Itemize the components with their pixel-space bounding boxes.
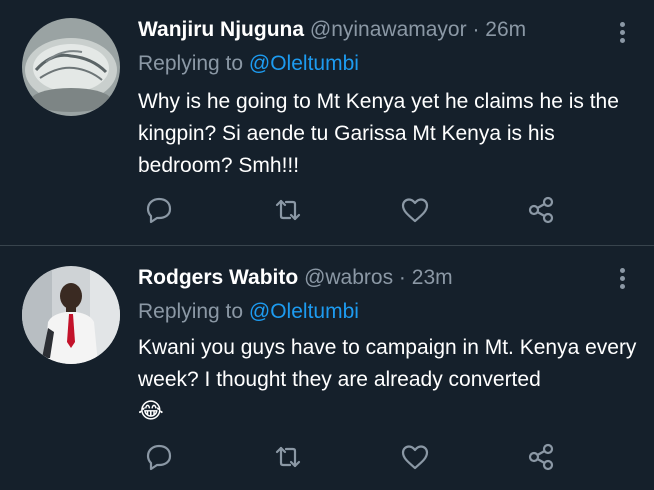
avatar-image [22, 266, 120, 364]
more-icon[interactable] [618, 268, 626, 290]
display-name[interactable]: Rodgers Wabito [138, 266, 298, 289]
tweet-text: Why is he going to Mt Kenya yet he claim… [138, 90, 619, 177]
like-button[interactable] [398, 194, 432, 226]
share-icon [528, 443, 554, 471]
tweet-text-container: Kwani you guys have to campaign in Mt. K… [138, 332, 638, 426]
tweet-header: Wanjiru Njuguna @nyinawamayor · 26m [138, 16, 526, 44]
timestamp[interactable]: 26m [485, 18, 526, 41]
tweet-header: Rodgers Wabito @wabros · 23m [138, 264, 453, 292]
retweet-button[interactable] [271, 194, 305, 226]
replying-to: Replying to @Oleltumbi [138, 50, 359, 78]
tweet[interactable]: Wanjiru Njuguna @nyinawamayor · 26m Repl… [0, 0, 654, 246]
user-handle[interactable]: @nyinawamayor [310, 18, 467, 41]
like-icon [401, 445, 429, 470]
reply-button[interactable] [142, 194, 176, 226]
reply-icon [146, 197, 172, 224]
separator-dot: · [398, 266, 406, 289]
tweet-text: Kwani you guys have to campaign in Mt. K… [138, 336, 637, 391]
replying-to-link[interactable]: @Oleltumbi [249, 52, 359, 75]
retweet-icon [275, 446, 301, 468]
replying-to-label: Replying to [138, 300, 244, 323]
like-button[interactable] [398, 441, 432, 473]
like-icon [401, 198, 429, 223]
share-icon [528, 196, 554, 224]
replying-to-link[interactable]: @Oleltumbi [249, 300, 359, 323]
laughing-emoji: 😂 [138, 398, 164, 423]
share-button[interactable] [524, 194, 558, 226]
retweet-button[interactable] [271, 441, 305, 473]
avatar[interactable] [22, 266, 120, 364]
reply-icon [146, 444, 172, 471]
reply-button[interactable] [142, 441, 176, 473]
tweet-actions [138, 194, 578, 226]
avatar-image [22, 18, 120, 116]
more-icon[interactable] [618, 22, 626, 44]
timestamp[interactable]: 23m [412, 266, 453, 289]
tweet[interactable]: Rodgers Wabito @wabros · 23m Replying to… [0, 246, 654, 490]
display-name[interactable]: Wanjiru Njuguna [138, 18, 304, 41]
replying-to: Replying to @Oleltumbi [138, 298, 359, 326]
retweet-icon [275, 199, 301, 221]
replying-to-label: Replying to [138, 52, 244, 75]
user-handle[interactable]: @wabros [304, 266, 393, 289]
separator-dot: · [472, 18, 480, 41]
tweet-actions [138, 441, 578, 473]
share-button[interactable] [524, 441, 558, 473]
avatar[interactable] [22, 18, 120, 116]
